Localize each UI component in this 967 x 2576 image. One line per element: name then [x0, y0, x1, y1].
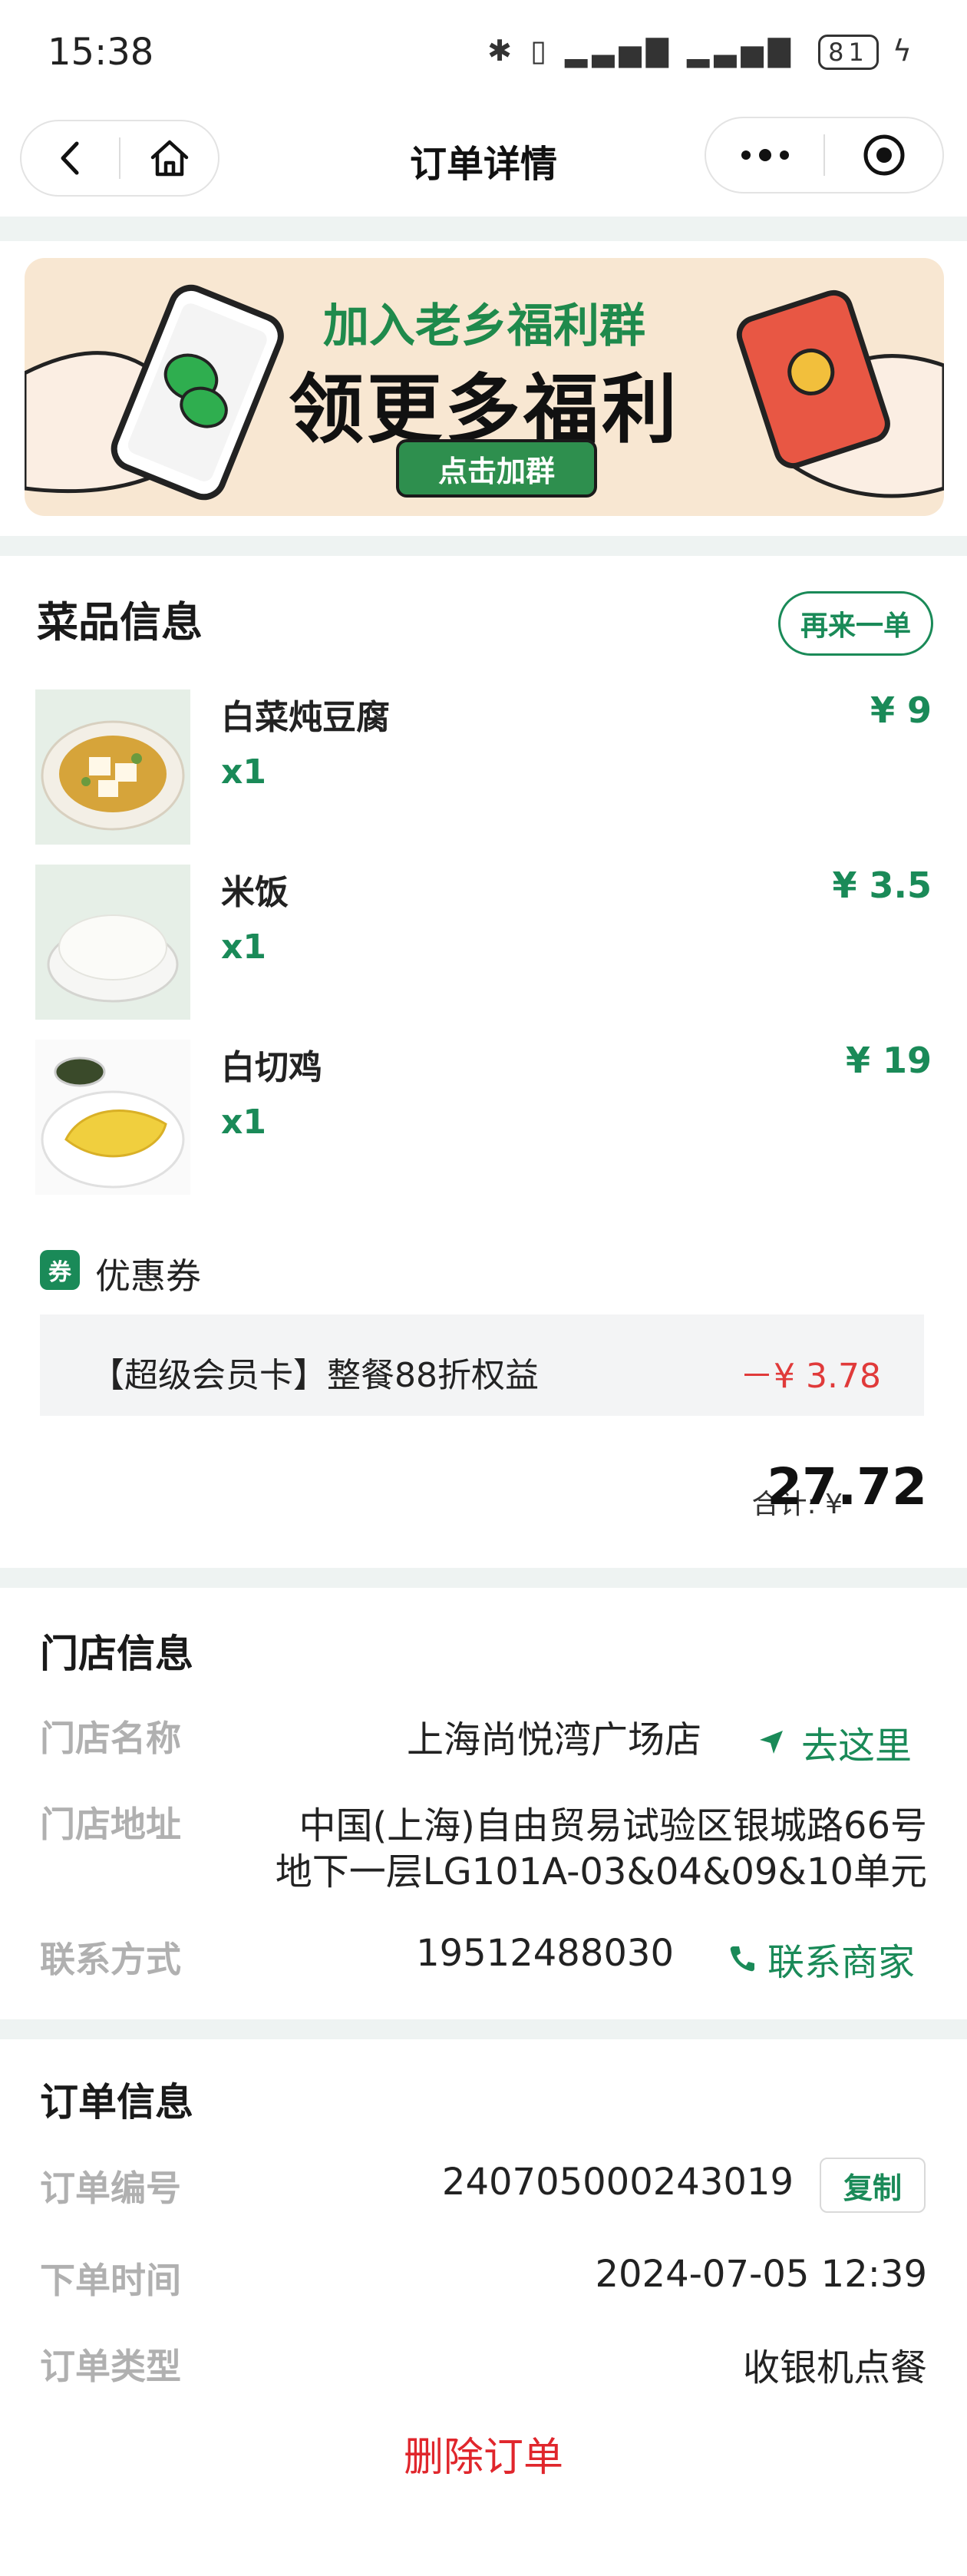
reorder-button[interactable]: 再来一单	[778, 591, 933, 656]
order-number-label: 订单编号	[40, 2168, 181, 2209]
order-number: 240705000243019	[441, 2161, 794, 2204]
store-section-title: 门店信息	[40, 1632, 193, 1676]
coupon-row: 【超级会员卡】整餐88折权益 －¥ 3.78	[40, 1314, 924, 1416]
tofu-dish-image	[35, 689, 190, 845]
vibrate-icon: ▯	[530, 34, 552, 68]
copy-button[interactable]: 复制	[820, 2158, 926, 2213]
order-section-title: 订单信息	[40, 2080, 193, 2125]
delete-order-button[interactable]: 删除订单	[0, 2425, 967, 2482]
order-type-label: 订单类型	[40, 2346, 181, 2387]
dish-image	[35, 1040, 190, 1195]
dish-qty: x1	[221, 1103, 266, 1142]
more-dots-icon	[741, 149, 789, 161]
status-time: 15:38	[48, 31, 154, 74]
signal-icon-2: ▂▃▅▇	[687, 34, 796, 68]
banner-subtitle: 加入老乡福利群	[323, 299, 645, 353]
navigate-link[interactable]: 去这里	[757, 1715, 912, 1769]
coupon-label: 优惠券	[95, 1255, 201, 1297]
dish-price: ¥ 19	[845, 1040, 932, 1081]
join-group-button[interactable]: 点击加群	[396, 439, 597, 498]
rice-dish-image	[35, 865, 190, 1020]
more-button[interactable]	[706, 118, 823, 192]
navigation-arrow-icon	[760, 1731, 783, 1754]
navigate-label: 去这里	[801, 1724, 913, 1767]
order-type: 收银机点餐	[742, 2346, 927, 2389]
section-gap	[0, 1568, 967, 1588]
section-gap	[0, 536, 967, 556]
phone-icon	[730, 1946, 754, 1972]
section-gap	[0, 2019, 967, 2039]
nav-right-capsule	[705, 117, 944, 193]
status-icons: ✱ ▯ ▂▃▅▇ ▂▃▅▇ 81 ϟ	[487, 34, 916, 70]
contact-label: 联系方式	[40, 1939, 181, 1980]
dish-price: ¥ 9	[870, 689, 932, 731]
chicken-dish-image	[35, 1040, 190, 1195]
dish-image	[35, 865, 190, 1020]
dishes-section-title: 菜品信息	[37, 598, 203, 646]
target-icon	[863, 134, 904, 176]
coupon-icon: 券	[40, 1250, 80, 1290]
charging-icon: ϟ	[892, 34, 916, 68]
battery-icon: 81	[818, 35, 879, 70]
store-name-label: 门店名称	[40, 1718, 181, 1759]
store-address-line2: 地下一层LG101A-03&04&09&10单元	[275, 1850, 927, 1893]
coupon-name: 【超级会员卡】整餐88折权益	[91, 1356, 539, 1395]
store-phone: 19512488030	[416, 1932, 674, 1975]
dish-qty: x1	[221, 752, 266, 792]
dish-name: 白切鸡	[221, 1048, 322, 1087]
promo-banner[interactable]: 加入老乡福利群 领更多福利 点击加群	[25, 258, 944, 516]
dish-qty: x1	[221, 928, 266, 967]
total-value: 27.72	[767, 1457, 927, 1516]
contact-merchant-link[interactable]: 联系商家	[729, 1932, 915, 1986]
signal-icon: ▂▃▅▇	[565, 34, 674, 68]
dish-image	[35, 689, 190, 845]
contact-merchant-label: 联系商家	[767, 1941, 916, 1984]
order-time: 2024-07-05 12:39	[595, 2253, 927, 2296]
store-name: 上海尚悦湾广场店	[406, 1718, 701, 1761]
order-time-label: 下单时间	[40, 2260, 181, 2301]
dish-name: 白菜炖豆腐	[221, 698, 390, 737]
close-miniprogram-button[interactable]	[825, 118, 942, 192]
section-gap	[0, 217, 967, 241]
store-address-label: 门店地址	[40, 1804, 181, 1845]
coupon-amount: －¥ 3.78	[740, 1357, 881, 1396]
dish-name: 米饭	[221, 873, 289, 912]
bluetooth-icon: ✱	[487, 34, 517, 68]
dish-price: ¥ 3.5	[832, 865, 932, 906]
